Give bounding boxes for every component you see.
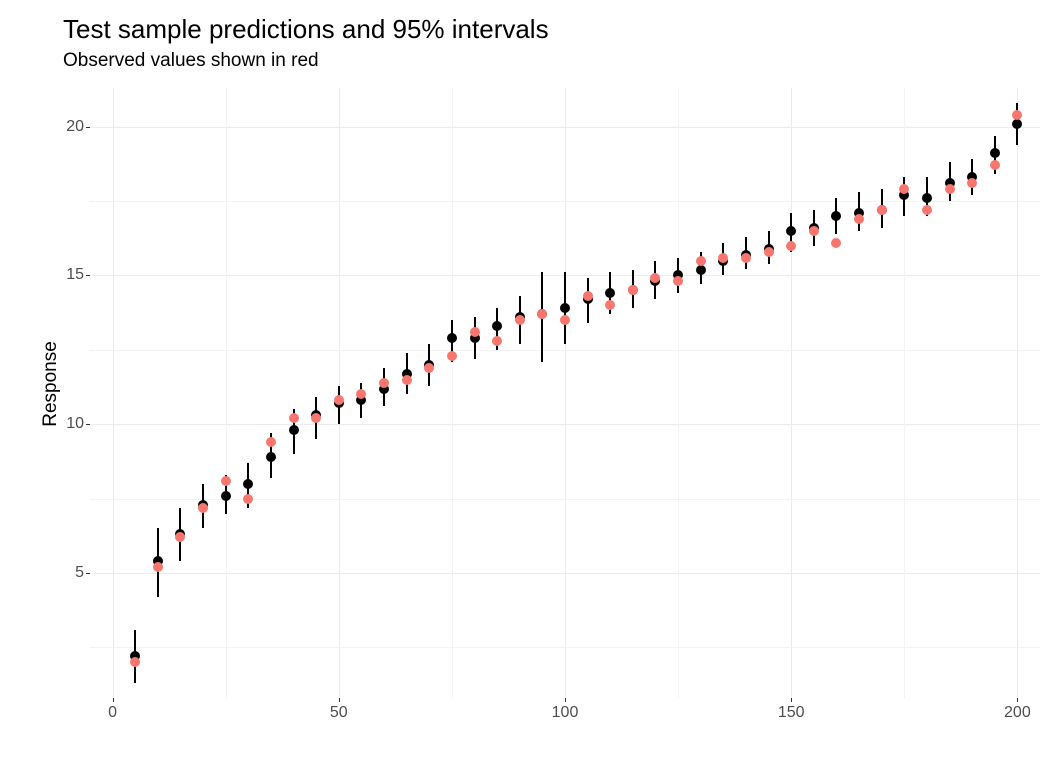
- prediction-point: [696, 265, 706, 275]
- observed-point: [922, 205, 932, 215]
- observed-point: [583, 291, 593, 301]
- x-tick: [565, 698, 566, 702]
- y-tick: [86, 275, 90, 276]
- gridline-x-minor: [226, 88, 227, 698]
- observed-point: [1012, 110, 1022, 120]
- y-tick-label: 5: [75, 564, 84, 582]
- prediction-point: [831, 211, 841, 221]
- observed-point: [809, 226, 819, 236]
- observed-point: [650, 273, 660, 283]
- observed-point: [221, 476, 231, 486]
- observed-point: [831, 238, 841, 248]
- observed-point: [537, 309, 547, 319]
- prediction-point: [447, 333, 457, 343]
- observed-point: [741, 253, 751, 263]
- gridline-x: [113, 88, 114, 698]
- gridline-x-minor: [678, 88, 679, 698]
- y-axis-label: Response: [40, 341, 62, 427]
- observed-point: [673, 276, 683, 286]
- observed-point: [990, 160, 1000, 170]
- prediction-point: [990, 148, 1000, 158]
- observed-point: [899, 184, 909, 194]
- y-tick-label: 10: [66, 415, 84, 433]
- observed-point: [402, 375, 412, 385]
- observed-point: [379, 378, 389, 388]
- gridline-y-minor: [90, 647, 1040, 648]
- observed-point: [266, 437, 276, 447]
- gridline-x: [1017, 88, 1018, 698]
- x-tick-label: 50: [330, 704, 348, 722]
- y-tick-label: 20: [66, 118, 84, 136]
- observed-point: [764, 247, 774, 257]
- observed-point: [424, 363, 434, 373]
- x-tick-label: 150: [778, 704, 805, 722]
- x-tick: [113, 698, 114, 702]
- observed-point: [356, 389, 366, 399]
- gridline-x-minor: [452, 88, 453, 698]
- x-tick-label: 100: [552, 704, 579, 722]
- plot-area: [90, 88, 1040, 698]
- x-tick-label: 0: [108, 704, 117, 722]
- gridline-y-minor: [90, 499, 1040, 500]
- observed-point: [560, 315, 570, 325]
- chart-container: Test sample predictions and 95% interval…: [0, 0, 1056, 768]
- prediction-point: [289, 425, 299, 435]
- chart-title: Test sample predictions and 95% interval…: [63, 14, 549, 45]
- observed-point: [854, 214, 864, 224]
- gridline-y-minor: [90, 201, 1040, 202]
- observed-point: [696, 256, 706, 266]
- observed-point: [718, 253, 728, 263]
- x-tick: [339, 698, 340, 702]
- observed-point: [492, 336, 502, 346]
- observed-point: [515, 315, 525, 325]
- observed-point: [243, 494, 253, 504]
- prediction-point: [266, 452, 276, 462]
- gridline-x: [565, 88, 566, 698]
- observed-point: [877, 205, 887, 215]
- x-tick: [1017, 698, 1018, 702]
- prediction-point: [560, 303, 570, 313]
- observed-point: [334, 395, 344, 405]
- y-tick-label: 15: [66, 266, 84, 284]
- observed-point: [786, 241, 796, 251]
- prediction-point: [786, 226, 796, 236]
- prediction-point: [1012, 119, 1022, 129]
- prediction-point: [221, 491, 231, 501]
- observed-point: [967, 178, 977, 188]
- chart-subtitle: Observed values shown in red: [63, 50, 319, 72]
- prediction-point: [922, 193, 932, 203]
- x-tick-label: 200: [1004, 704, 1031, 722]
- prediction-point: [492, 321, 502, 331]
- y-tick: [86, 127, 90, 128]
- prediction-point: [605, 288, 615, 298]
- observed-point: [605, 300, 615, 310]
- prediction-point: [243, 479, 253, 489]
- gridline-x: [791, 88, 792, 698]
- observed-point: [175, 532, 185, 542]
- observed-point: [130, 657, 140, 667]
- observed-point: [945, 184, 955, 194]
- observed-point: [289, 413, 299, 423]
- observed-point: [198, 503, 208, 513]
- observed-point: [447, 351, 457, 361]
- gridline-y-minor: [90, 350, 1040, 351]
- observed-point: [628, 285, 638, 295]
- observed-point: [153, 562, 163, 572]
- observed-point: [470, 327, 480, 337]
- y-tick: [86, 573, 90, 574]
- y-tick: [86, 424, 90, 425]
- observed-point: [311, 413, 321, 423]
- x-tick: [791, 698, 792, 702]
